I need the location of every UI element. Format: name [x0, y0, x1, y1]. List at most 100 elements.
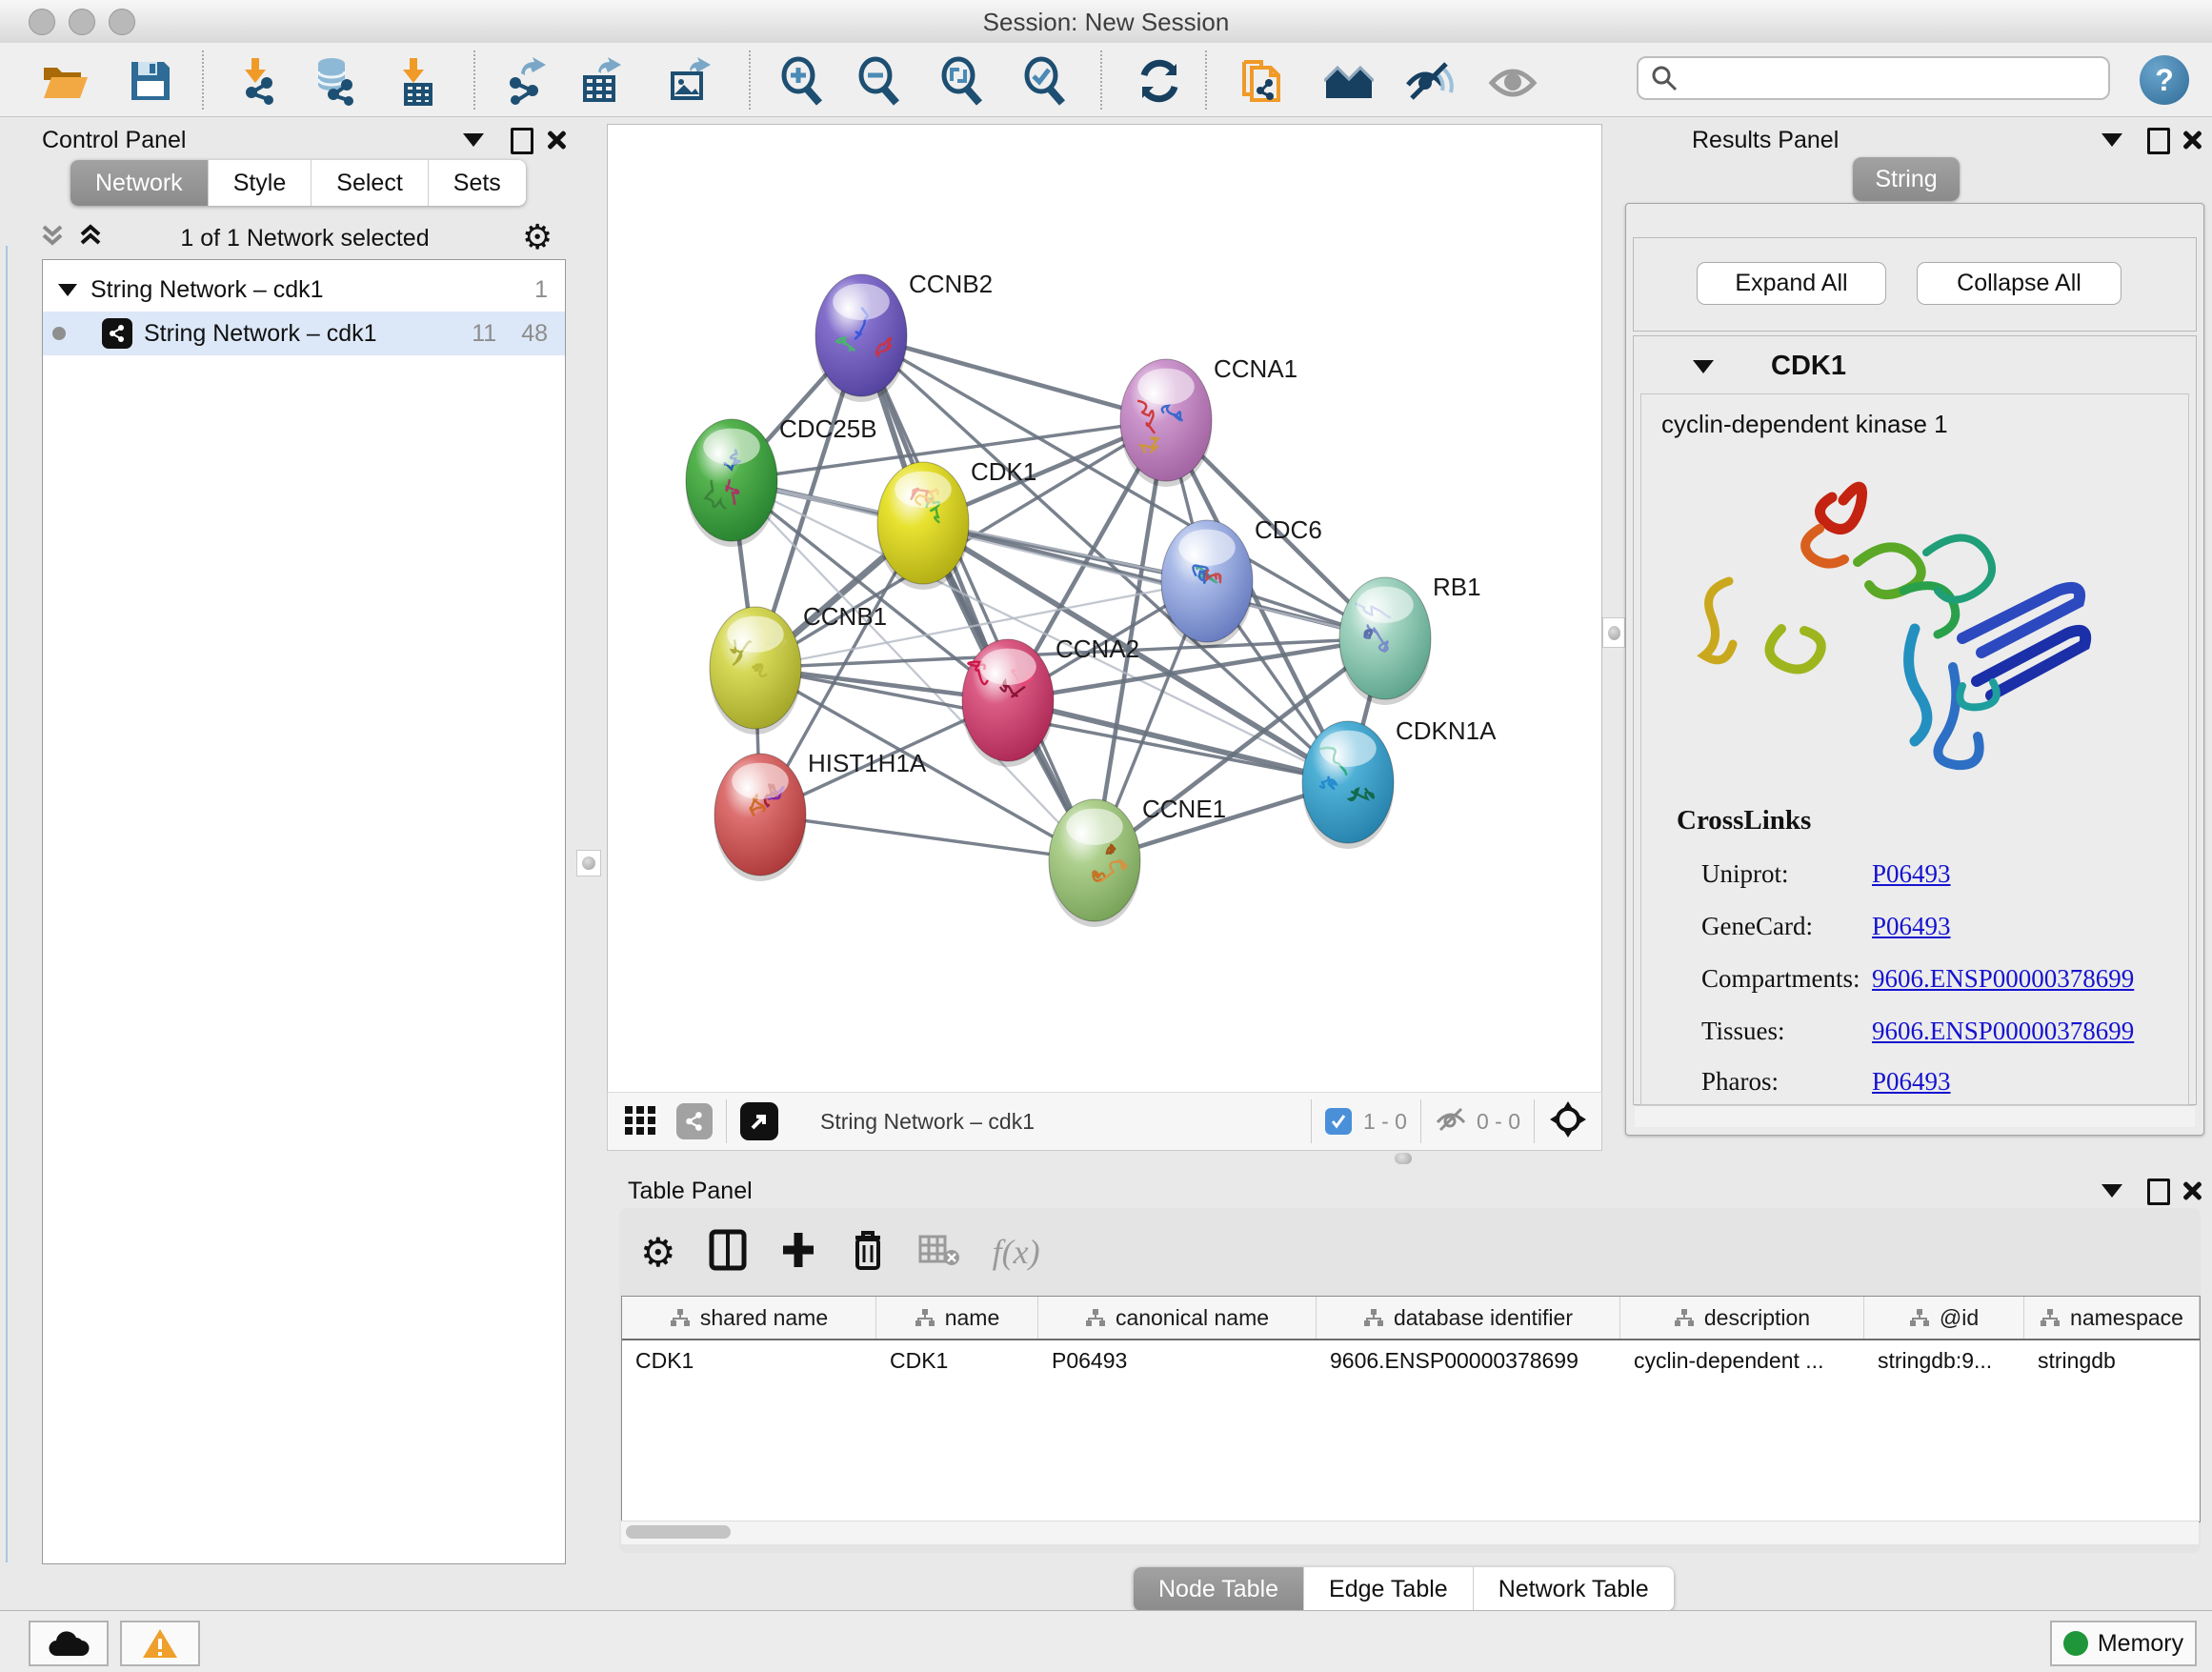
hidden-node-edge-counts: 0 - 0 [1477, 1109, 1520, 1135]
network-node[interactable]: CDC25B [686, 414, 877, 547]
column-header[interactable]: description [1620, 1297, 1864, 1339]
table-cell[interactable]: P06493 [1038, 1340, 1317, 1380]
network-row-selected[interactable]: String Network – cdk1 11 48 [43, 312, 565, 355]
table-cell[interactable]: CDK1 [622, 1340, 876, 1380]
open-browser-icon[interactable] [1322, 54, 1376, 108]
table-cell[interactable]: stringdb:9... [1864, 1340, 2024, 1380]
tab-network[interactable]: Network [70, 160, 209, 206]
right-splitter-handle[interactable] [1602, 617, 1625, 648]
table-scrollbar-thumb[interactable] [626, 1525, 731, 1539]
import-table-icon[interactable] [389, 54, 442, 108]
open-session-icon[interactable] [38, 54, 91, 108]
tab-sets[interactable]: Sets [429, 160, 526, 206]
hide-panel-icon[interactable] [1402, 54, 1456, 108]
control-panel-collapse-icon[interactable] [463, 133, 484, 147]
cdk1-section-collapse-icon[interactable] [1693, 360, 1714, 373]
column-header[interactable]: @id [1864, 1297, 2024, 1339]
crosslink-tissues-link[interactable]: 9606.ENSP00000378699 [1872, 1017, 2134, 1046]
import-network-icon[interactable] [231, 54, 284, 108]
column-header[interactable]: database identifier [1317, 1297, 1620, 1339]
network-status-dot [52, 327, 66, 340]
control-panel-float-icon[interactable] [511, 128, 533, 154]
import-network-database-icon[interactable] [309, 54, 362, 108]
search-input[interactable] [1637, 56, 2110, 100]
table-panel-collapse-icon[interactable] [2101, 1184, 2122, 1198]
network-canvas[interactable]: CCNB2CCNA1CDC25BCDK1CDC6RB1CCNB1CCNA2CDK… [607, 124, 1602, 1093]
table-cell[interactable]: stringdb [2024, 1340, 2200, 1380]
table-panel-float-icon[interactable] [2147, 1178, 2170, 1205]
results-scrollbar[interactable] [1635, 1105, 2195, 1127]
show-columns-icon[interactable] [709, 1229, 747, 1276]
results-panel-float-icon[interactable] [2147, 128, 2170, 154]
column-header[interactable]: canonical name [1038, 1297, 1317, 1339]
tab-node-table[interactable]: Node Table [1134, 1567, 1304, 1611]
center-view-icon[interactable] [1548, 1099, 1588, 1144]
open-view-window-icon[interactable] [740, 1102, 778, 1140]
table-cell[interactable]: 9606.ENSP00000378699 [1317, 1340, 1620, 1380]
zoom-in-icon[interactable] [775, 54, 829, 108]
cloud-status-button[interactable] [29, 1621, 109, 1666]
zoom-out-icon[interactable] [853, 54, 906, 108]
apply-layout-icon[interactable] [1133, 54, 1186, 108]
network-node[interactable]: CDKN1A [1302, 716, 1497, 849]
tree-expand-icon[interactable] [58, 284, 77, 296]
network-selection-status: 1 of 1 Network selected [143, 225, 467, 252]
netbar-separator [1311, 1099, 1312, 1143]
tab-edge-table[interactable]: Edge Table [1304, 1567, 1474, 1611]
export-network-icon[interactable] [498, 54, 552, 108]
network-node[interactable]: CCNB1 [710, 602, 887, 735]
zoom-selected-icon[interactable] [1018, 54, 1072, 108]
help-icon[interactable]: ? [2140, 55, 2189, 105]
delete-column-icon[interactable] [850, 1228, 886, 1277]
selected-checkbox-icon[interactable] [1325, 1108, 1352, 1135]
network-node[interactable]: CCNB2 [815, 270, 993, 402]
network-node[interactable]: RB1 [1339, 573, 1481, 705]
export-image-icon[interactable] [663, 54, 716, 108]
clone-network-icon[interactable] [1235, 54, 1288, 108]
network-edge[interactable] [1008, 700, 1348, 782]
node-label: CDC25B [779, 414, 877, 443]
column-header[interactable]: name [876, 1297, 1038, 1339]
column-header[interactable]: namespace [2024, 1297, 2200, 1339]
crosslink-compartments-link[interactable]: 9606.ENSP00000378699 [1872, 964, 2134, 994]
collapse-all-networks-icon[interactable] [38, 221, 67, 254]
table-scrollbar[interactable] [621, 1521, 2199, 1544]
tab-select[interactable]: Select [312, 160, 428, 206]
add-column-icon[interactable] [779, 1229, 817, 1276]
network-node[interactable]: CCNA1 [1120, 354, 1297, 487]
crosslink-genecard-link[interactable]: P06493 [1872, 912, 1951, 941]
save-session-icon[interactable] [124, 54, 177, 108]
collapse-all-button[interactable]: Collapse All [1917, 262, 2122, 305]
zoom-fit-icon[interactable] [935, 54, 989, 108]
table-cell[interactable]: CDK1 [876, 1340, 1038, 1380]
network-edge[interactable] [760, 815, 1095, 860]
crosslink-uniprot-link[interactable]: P06493 [1872, 859, 1951, 889]
network-options-gear-icon[interactable]: ⚙ [522, 217, 553, 257]
tab-string[interactable]: String [1853, 157, 1960, 201]
crosslink-pharos-link[interactable]: P06493 [1872, 1067, 1951, 1097]
table-cell[interactable]: cyclin-dependent ... [1620, 1340, 1864, 1380]
expand-all-button[interactable]: Expand All [1697, 262, 1886, 305]
bottom-splitter-handle[interactable] [1395, 1153, 1412, 1164]
memory-button[interactable]: Memory [2050, 1621, 2197, 1666]
table-row[interactable]: CDK1CDK1P064939606.ENSP00000378699cyclin… [622, 1340, 2200, 1380]
network-edge[interactable] [861, 335, 1095, 860]
table-panel-title: Table Panel [628, 1178, 753, 1205]
network-node[interactable]: HIST1H1A [714, 749, 927, 881]
string-view-icon[interactable] [676, 1103, 713, 1139]
toolbar-separator [1100, 50, 1102, 110]
network-node[interactable]: CCNE1 [1049, 795, 1226, 927]
left-splitter-handle[interactable] [576, 850, 601, 876]
column-header[interactable]: shared name [622, 1297, 876, 1339]
tab-network-table[interactable]: Network Table [1474, 1567, 1674, 1611]
expand-all-networks-icon[interactable] [76, 221, 105, 254]
results-panel-collapse-icon[interactable] [2101, 133, 2122, 147]
export-table-icon[interactable] [573, 54, 627, 108]
birdseye-grid-icon[interactable] [623, 1102, 657, 1141]
table-settings-gear-icon[interactable]: ⚙ [640, 1229, 676, 1276]
tab-style[interactable]: Style [209, 160, 312, 206]
network-collection-row[interactable]: String Network – cdk1 1 [43, 268, 565, 312]
collection-count: 1 [534, 276, 548, 304]
warnings-button[interactable] [120, 1621, 200, 1666]
table-header-row: shared namenamecanonical namedatabase id… [622, 1297, 2200, 1340]
